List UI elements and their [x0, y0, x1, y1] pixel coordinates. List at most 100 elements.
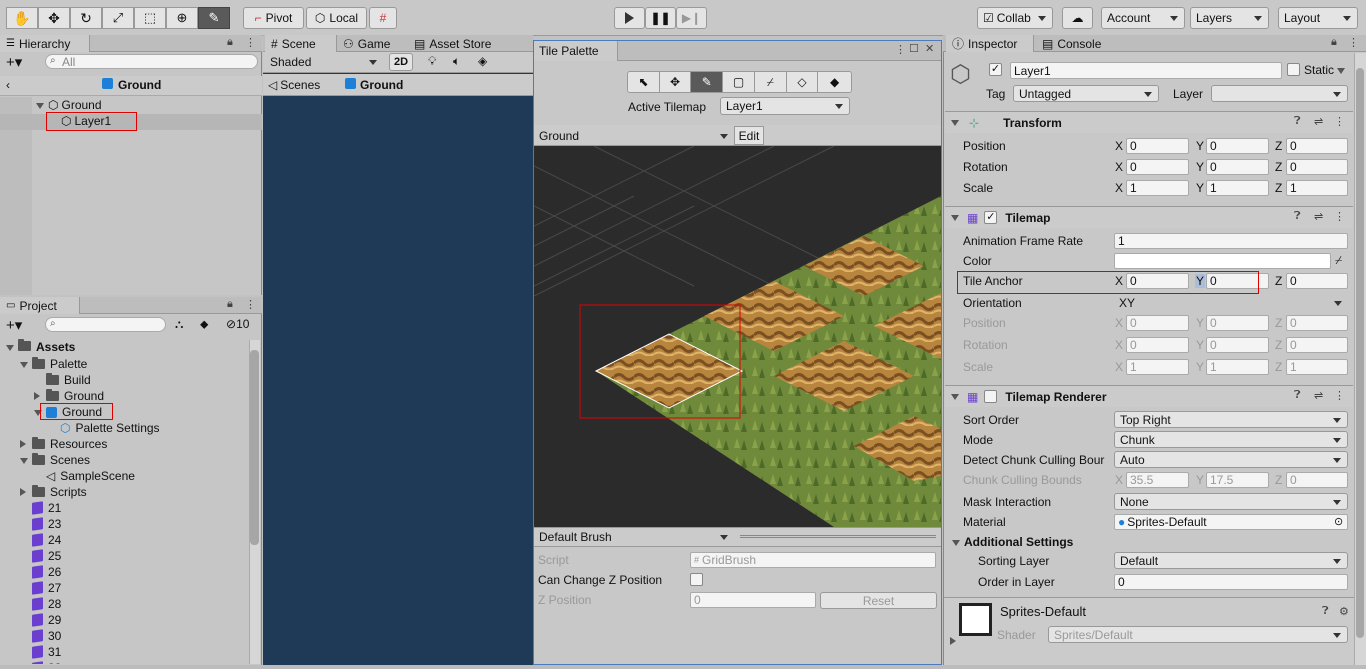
box-fill-icon[interactable]: ▢ [723, 72, 755, 92]
local-button[interactable]: ⬡ Local [306, 7, 367, 29]
create-plus-icon[interactable]: +▾ [6, 316, 22, 334]
additional-settings-foldout[interactable]: Additional Settings [952, 535, 1073, 549]
project-item[interactable]: 24 [20, 532, 61, 548]
material-field[interactable]: ● Sprites-Default [1114, 514, 1348, 530]
orientation-dropdown[interactable]: XY [1114, 294, 1348, 311]
sorting-layer-dropdown[interactable]: Default [1114, 552, 1348, 569]
mode-dropdown[interactable]: Chunk [1114, 431, 1348, 448]
y-input[interactable]: 0 [1206, 159, 1269, 175]
tab-inspector[interactable]: ⓘ Inspector [946, 35, 1034, 52]
sort-order-dropdown[interactable]: Top Right [1114, 411, 1348, 428]
help-icon[interactable]: ❓︎ [1294, 389, 1301, 402]
tilemap-renderer-header[interactable]: ▦ Tilemap Renderer [945, 385, 1353, 407]
active-tilemap-dropdown[interactable]: Layer1 [720, 97, 850, 115]
audio-icon[interactable]: 🔈︎ [453, 54, 460, 69]
lighting-icon[interactable]: 💡︎ [428, 54, 436, 69]
project-item[interactable]: 30 [20, 628, 61, 644]
move-tool-icon[interactable]: ✥ [659, 72, 692, 92]
renderer-enabled-checkbox[interactable] [984, 390, 998, 403]
edit-palette-button[interactable]: Edit [734, 126, 764, 145]
tilemap-enabled-checkbox[interactable]: ✓ [984, 211, 998, 224]
create-plus-icon[interactable]: +▾ [6, 53, 22, 71]
project-item[interactable]: 21 [20, 500, 61, 516]
x-input[interactable]: 1 [1126, 180, 1189, 196]
project-item[interactable]: ⬡ Palette Settings [48, 420, 160, 436]
animation-frame-rate-input[interactable]: 1 [1114, 233, 1348, 249]
more-menu-icon[interactable]: ⋮ [895, 43, 906, 56]
more-menu-icon[interactable]: ⋮ [245, 298, 256, 311]
anchor-z-input[interactable]: 0 [1286, 273, 1348, 289]
project-item[interactable]: 29 [20, 612, 61, 628]
static-dropdown[interactable]: Static [1304, 63, 1346, 77]
project-item[interactable]: 25 [20, 548, 61, 564]
maximize-icon[interactable]: ☐ [909, 42, 919, 55]
rotate-tool-icon[interactable]: ↻ [70, 7, 102, 29]
hierarchy-search-input[interactable]: All [45, 54, 258, 69]
presets-icon[interactable]: ⇌ [1314, 115, 1323, 128]
layer-dropdown[interactable] [1211, 85, 1348, 102]
active-checkbox[interactable]: ✓ [989, 63, 1002, 76]
transform-header[interactable]: ⊹ Transform [945, 111, 1353, 133]
more-menu-icon[interactable]: ⋮ [1334, 115, 1345, 128]
tab-asset-store[interactable]: ▤ Asset Store [414, 35, 491, 52]
lock-icon[interactable]: 🔒︎ [227, 36, 233, 49]
more-menu-icon[interactable]: ⋮ [1334, 389, 1345, 402]
picker-icon[interactable]: ⌿ [754, 72, 787, 92]
lock-icon[interactable]: 🔒︎ [1331, 36, 1337, 49]
project-item[interactable]: 32 [20, 660, 61, 664]
project-item[interactable]: 23 [20, 516, 61, 532]
expand-arrow-icon[interactable] [20, 453, 32, 467]
scrollbar-thumb[interactable] [250, 350, 259, 545]
tab-tile-palette[interactable]: Tile Palette [534, 41, 618, 61]
static-checkbox[interactable] [1287, 63, 1300, 76]
scale-tool-icon[interactable]: ⤢ [102, 7, 134, 29]
hidden-packages-toggle[interactable]: ⊘10 [226, 317, 249, 331]
x-input[interactable]: 0 [1126, 159, 1189, 175]
object-picker-icon[interactable]: ⊙ [1334, 515, 1343, 528]
splitter-handle[interactable] [740, 535, 936, 538]
project-item[interactable]: Ground [34, 388, 104, 404]
tab-hierarchy[interactable]: ☰ Hierarchy [0, 35, 90, 52]
presets-icon[interactable]: ⇌ [1314, 210, 1323, 223]
help-icon[interactable]: ❓︎ [1322, 605, 1329, 618]
more-menu-icon[interactable]: ⋮ [1334, 210, 1345, 223]
filter-label-icon[interactable]: ⬥ [200, 317, 208, 332]
custom-tool-icon[interactable]: ✎ [198, 7, 230, 29]
tab-scene[interactable]: # Scene [265, 35, 337, 52]
x-input[interactable]: 0 [1126, 138, 1189, 154]
paint-brush-icon[interactable]: ✎ [691, 72, 724, 92]
account-dropdown[interactable]: Account [1101, 7, 1185, 29]
detect-chunk-dropdown[interactable]: Auto [1114, 451, 1348, 468]
help-icon[interactable]: ❓︎ [1294, 210, 1301, 223]
color-swatch[interactable] [1114, 253, 1331, 269]
breadcrumb-scenes[interactable]: ◁ Scenes [268, 78, 320, 92]
expand-arrow-icon[interactable] [950, 634, 956, 648]
project-item[interactable]: Scenes [20, 452, 90, 468]
z-input[interactable]: 0 [1286, 159, 1348, 175]
breadcrumb-ground[interactable]: Ground [345, 78, 403, 92]
y-input[interactable]: 0 [1206, 138, 1269, 154]
palette-dropdown[interactable]: Ground [534, 126, 734, 145]
gear-icon[interactable]: ⚙ [1339, 605, 1349, 618]
cloud-button[interactable]: ☁ [1062, 7, 1093, 29]
layout-dropdown[interactable]: Layout [1278, 7, 1358, 29]
tag-dropdown[interactable]: Untagged [1013, 85, 1159, 102]
expand-arrow-icon[interactable] [20, 357, 32, 371]
tilemap-header[interactable]: ▦ ✓ Tilemap [945, 206, 1353, 228]
tree-item-ground[interactable]: ⬡ Ground [36, 98, 102, 112]
eraser-icon[interactable]: ◇ [786, 72, 819, 92]
snap-button[interactable]: # [369, 7, 397, 29]
move-tool-icon[interactable]: ✥ [38, 7, 70, 29]
lock-icon[interactable]: 🔒︎ [227, 298, 233, 311]
play-button[interactable] [614, 7, 645, 29]
back-arrow-icon[interactable]: ‹ [6, 78, 10, 92]
project-root-assets[interactable]: Assets [6, 339, 75, 354]
more-menu-icon[interactable]: ⋮ [1348, 36, 1359, 49]
project-item[interactable]: Palette [20, 356, 87, 372]
project-item[interactable]: Build [34, 372, 91, 388]
object-name-input[interactable]: Layer1 [1010, 62, 1282, 79]
help-icon[interactable]: ❓︎ [1294, 115, 1301, 128]
mask-interaction-dropdown[interactable]: None [1114, 493, 1348, 510]
close-icon[interactable]: ✕ [925, 42, 934, 55]
fill-icon[interactable]: ◆ [818, 72, 851, 92]
